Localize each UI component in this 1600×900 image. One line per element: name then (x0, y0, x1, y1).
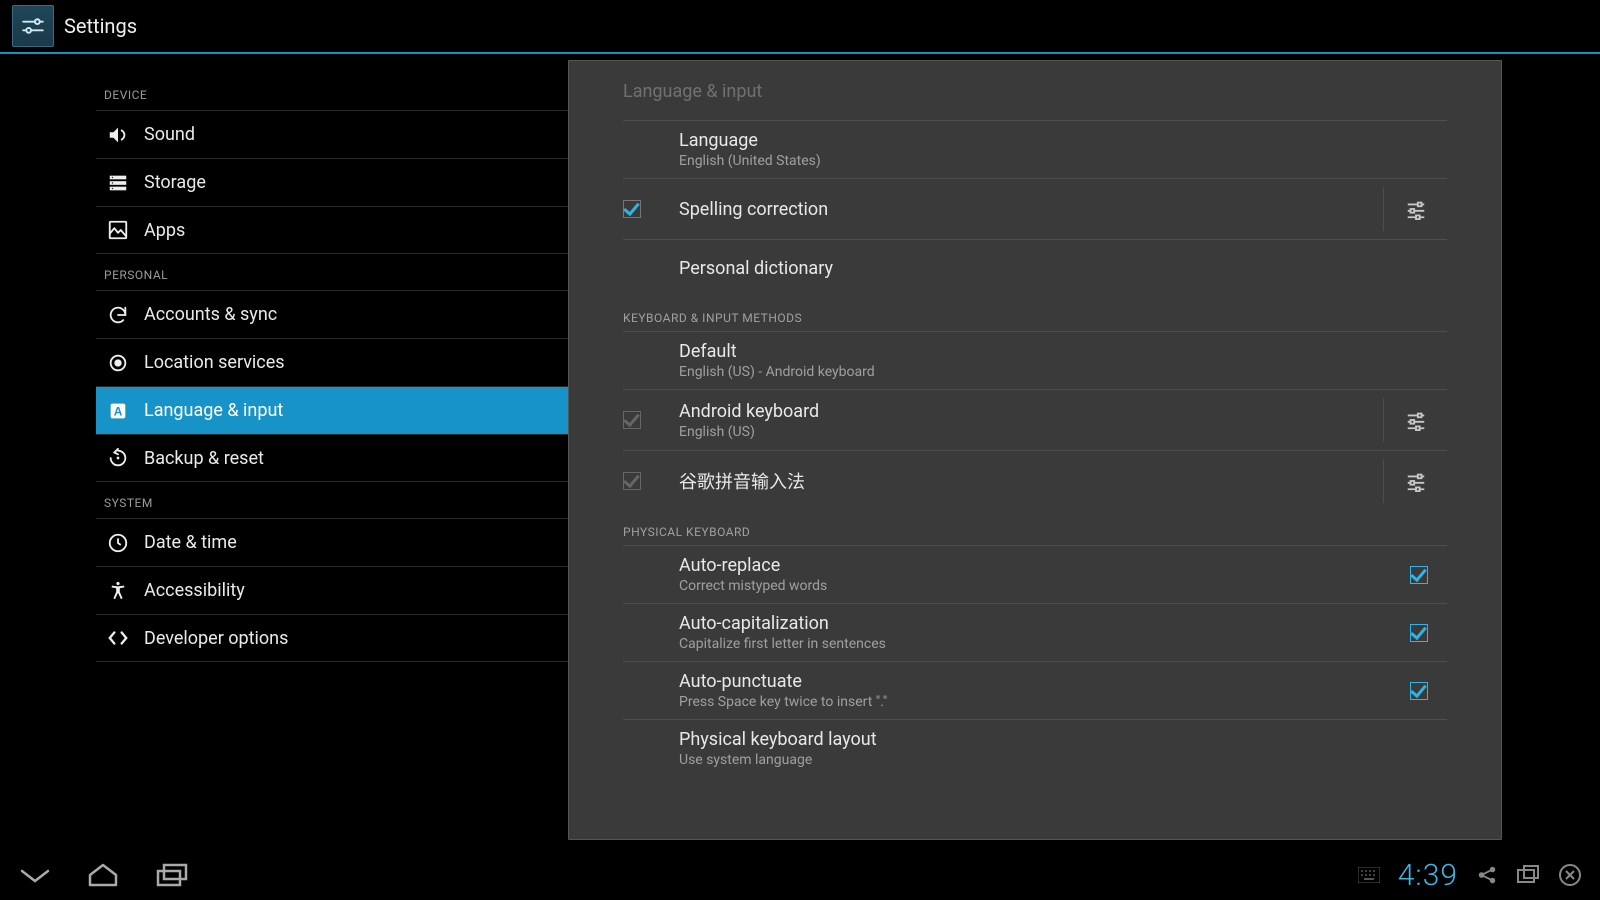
row-default-keyboard[interactable]: Default English (US) - Android keyboard (623, 331, 1447, 389)
settings-button-spelling[interactable] (1383, 187, 1447, 231)
system-navbar: 4:39 (0, 850, 1600, 900)
row-value: English (US) (679, 424, 1375, 440)
row-physical-keyboard-layout[interactable]: Physical keyboard layout Use system lang… (623, 719, 1447, 777)
action-bar-title: Settings (64, 14, 137, 38)
checkbox-google-pinyin[interactable] (623, 472, 641, 490)
row-value: Use system language (679, 752, 1447, 768)
sidebar-item-label: Accessibility (144, 580, 245, 601)
accessibility-icon (106, 579, 130, 603)
sidebar-item-developer-options[interactable]: Developer options (96, 614, 568, 662)
checkbox-auto-replace[interactable] (1410, 566, 1428, 584)
row-label: Personal dictionary (679, 258, 1447, 279)
developer-icon (106, 626, 130, 650)
sound-icon (106, 123, 130, 147)
row-language[interactable]: Language English (United States) (623, 120, 1447, 178)
row-label: Auto-punctuate (679, 671, 1391, 692)
sidebar-category-device: DEVICE (96, 74, 568, 110)
sidebar-item-label: Location services (144, 352, 285, 373)
sidebar-item-label: Developer options (144, 628, 288, 649)
row-auto-capitalization[interactable]: Auto-capitalization Capitalize first let… (623, 603, 1447, 661)
sidebar-item-language-input[interactable]: A Language & input (96, 386, 568, 434)
sidebar-item-backup-reset[interactable]: Backup & reset (96, 434, 568, 482)
row-value: Press Space key twice to insert "." (679, 694, 1391, 710)
sidebar-item-apps[interactable]: Apps (96, 206, 568, 254)
recent-apps-button[interactable] (154, 861, 188, 889)
sidebar-item-accessibility[interactable]: Accessibility (96, 566, 568, 614)
sidebar-item-date-time[interactable]: Date & time (96, 518, 568, 566)
row-auto-punctuate[interactable]: Auto-punctuate Press Space key twice to … (623, 661, 1447, 719)
row-value: English (US) - Android keyboard (679, 364, 1447, 380)
row-personal-dictionary[interactable]: Personal dictionary (623, 239, 1447, 297)
home-button[interactable] (86, 861, 120, 889)
row-label: Language (679, 130, 1447, 151)
location-icon (106, 351, 130, 375)
settings-sidebar: DEVICE Sound Storage Apps PERSONAL (0, 56, 568, 850)
row-label: 谷歌拼音输入法 (679, 468, 1375, 494)
settings-button-android-keyboard[interactable] (1383, 398, 1447, 442)
section-keyboard-input-methods: KEYBOARD & INPUT METHODS (623, 311, 1447, 325)
detail-pane: Language & input Language English (Unite… (568, 60, 1502, 840)
checkbox-spelling-correction[interactable] (623, 200, 641, 218)
checkbox-auto-punctuate[interactable] (1410, 682, 1428, 700)
row-label: Auto-replace (679, 555, 1391, 576)
sidebar-item-label: Language & input (144, 400, 283, 421)
checkbox-auto-capitalization[interactable] (1410, 624, 1428, 642)
sidebar-item-label: Backup & reset (144, 448, 264, 469)
sidebar-item-accounts-sync[interactable]: Accounts & sync (96, 290, 568, 338)
settings-button-google-pinyin[interactable] (1383, 459, 1447, 503)
close-icon[interactable] (1558, 863, 1582, 887)
action-bar: Settings (0, 0, 1600, 54)
back-button[interactable] (18, 863, 52, 887)
sidebar-item-location[interactable]: Location services (96, 338, 568, 386)
pane-title: Language & input (569, 61, 1501, 120)
share-icon[interactable] (1476, 864, 1498, 886)
sidebar-category-personal: PERSONAL (96, 254, 568, 290)
row-label: Default (679, 341, 1447, 362)
svg-text:A: A (114, 404, 123, 418)
tune-icon (1405, 198, 1427, 220)
sidebar-item-label: Date & time (144, 532, 237, 553)
screenshot-icon[interactable] (1516, 864, 1540, 886)
storage-icon (106, 171, 130, 195)
language-input-icon: A (106, 399, 130, 423)
row-google-pinyin[interactable]: 谷歌拼音输入法 (623, 450, 1447, 511)
sidebar-item-label: Storage (144, 172, 206, 193)
apps-icon (106, 218, 130, 242)
sidebar-item-storage[interactable]: Storage (96, 158, 568, 206)
row-spelling-correction[interactable]: Spelling correction (623, 178, 1447, 239)
tune-icon (1405, 470, 1427, 492)
sidebar-item-label: Accounts & sync (144, 304, 277, 325)
clock-icon (106, 531, 130, 555)
sync-icon (106, 303, 130, 327)
row-value: Correct mistyped words (679, 578, 1391, 594)
row-label: Auto-capitalization (679, 613, 1391, 634)
status-clock[interactable]: 4:39 (1398, 858, 1458, 893)
sidebar-item-sound[interactable]: Sound (96, 110, 568, 158)
row-label: Physical keyboard layout (679, 729, 1447, 750)
keyboard-status-icon (1358, 867, 1380, 883)
sidebar-item-label: Sound (144, 124, 195, 145)
sidebar-item-label: Apps (144, 220, 185, 241)
row-value: Capitalize first letter in sentences (679, 636, 1391, 652)
row-label: Spelling correction (679, 199, 1375, 220)
row-auto-replace[interactable]: Auto-replace Correct mistyped words (623, 545, 1447, 603)
backup-icon (106, 446, 130, 470)
tune-icon (1405, 409, 1427, 431)
row-android-keyboard[interactable]: Android keyboard English (US) (623, 389, 1447, 450)
section-physical-keyboard: PHYSICAL KEYBOARD (623, 525, 1447, 539)
row-label: Android keyboard (679, 401, 1375, 422)
sidebar-category-system: SYSTEM (96, 482, 568, 518)
checkbox-android-keyboard[interactable] (623, 411, 641, 429)
settings-app-icon (12, 5, 54, 47)
row-value: English (United States) (679, 153, 1447, 169)
